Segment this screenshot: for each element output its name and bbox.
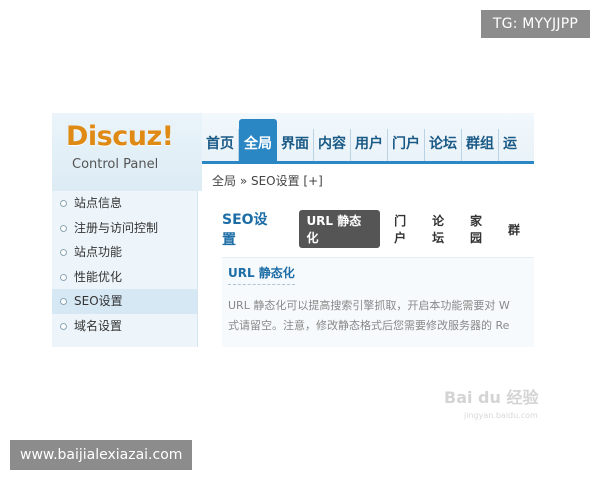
sidebar-item-domain[interactable]: 域名设置 [52,314,197,339]
section-title: SEO设置 [222,212,268,248]
nav-item-forum[interactable]: 论坛 [425,129,462,163]
breadcrumb[interactable]: 全局 » SEO设置 [+] [212,172,323,189]
content-box: URL 静态化 URL 静态化可以提高搜索引擎抓取，开启本功能需要对 W 式请留… [222,257,534,347]
nav-item-style[interactable]: 界面 [277,129,314,163]
logo-subtitle: Control Panel [72,157,159,172]
nav-item-ops[interactable]: 运 [499,129,521,163]
description-line-1: URL 静态化可以提高搜索引擎抓取，开启本功能需要对 W [228,299,510,312]
sidebar-item-seo[interactable]: SEO设置 [52,289,197,314]
nav-item-portal[interactable]: 门户 [388,129,425,163]
sidebar-item-site-features[interactable]: 站点功能 [52,240,197,265]
sidebar-item-register-access[interactable]: 注册与访问控制 [52,216,197,241]
tabs-row: SEO设置 URL 静态化 门户 论坛 家园 群 [222,209,534,249]
nav-item-user[interactable]: 用户 [351,129,388,163]
sidebar: 站点信息 注册与访问控制 站点功能 性能优化 SEO设置 域名设置 [52,191,198,347]
nav-item-group[interactable]: 群组 [462,129,499,163]
tab-home[interactable]: 家园 [470,212,494,246]
nav-item-home[interactable]: 首页 [202,129,239,163]
main-panel: SEO设置 URL 静态化 门户 论坛 家园 群 URL 静态化 URL 静态化… [198,191,534,347]
description-text: URL 静态化可以提高搜索引擎抓取，开启本功能需要对 W 式请留空。注意，修改静… [228,296,510,336]
tab-url-static[interactable]: URL 静态化 [299,210,381,248]
description-line-2: 式请留空。注意，修改静态格式后您需要修改服务器的 Re [228,319,510,332]
tab-group[interactable]: 群 [508,221,520,238]
tab-portal[interactable]: 门户 [394,212,418,246]
screenshot-region: Discuz! Control Panel 首页 全局 界面 内容 用户 门户 … [52,113,534,347]
breadcrumb-bar: 全局 » SEO设置 [+] [202,164,534,192]
baidu-watermark-sub: jingyan.baidu.com [464,411,538,420]
top-nav: 首页 全局 界面 内容 用户 门户 论坛 群组 运 全局 » SEO设置 [+] [202,113,534,192]
baidu-watermark: Bai du 经验 [444,388,539,407]
logo-title: Discuz! [66,121,174,152]
tg-watermark: TG: MYYJJPP [480,10,590,38]
content-heading: URL 静态化 [228,264,295,285]
sidebar-item-site-info[interactable]: 站点信息 [52,191,197,216]
nav-item-global[interactable]: 全局 [239,119,277,163]
logo-area: Discuz! Control Panel [52,113,202,191]
nav-item-content[interactable]: 内容 [314,129,351,163]
sidebar-item-performance[interactable]: 性能优化 [52,265,197,290]
tab-forum[interactable]: 论坛 [432,212,456,246]
site-url-watermark: www.baijialexiazai.com [10,440,193,470]
